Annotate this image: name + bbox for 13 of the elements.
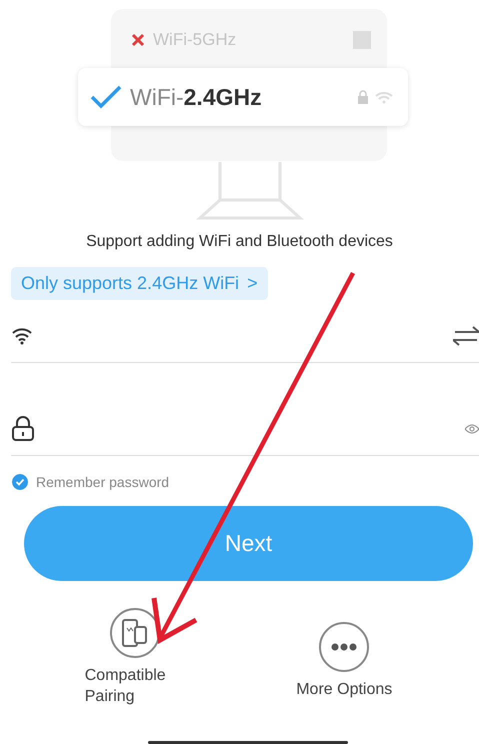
network-name: WiFi-2.4GHz <box>130 84 262 110</box>
switch-icon[interactable] <box>453 325 479 347</box>
more-option[interactable]: More Options <box>284 621 404 709</box>
remember-checkbox[interactable] <box>12 474 28 490</box>
phone-pairing-icon <box>120 618 149 648</box>
support-text: Support adding WiFi and Bluetooth devices <box>85 233 394 251</box>
more-icon <box>331 643 358 651</box>
remember-label: Remember password <box>36 474 170 490</box>
wifi-icon <box>11 327 33 345</box>
square-icon <box>353 31 371 49</box>
eye-icon[interactable] <box>465 422 479 436</box>
compatible-option[interactable]: Compatible Pairing <box>74 607 195 709</box>
lock-icon <box>11 416 35 442</box>
